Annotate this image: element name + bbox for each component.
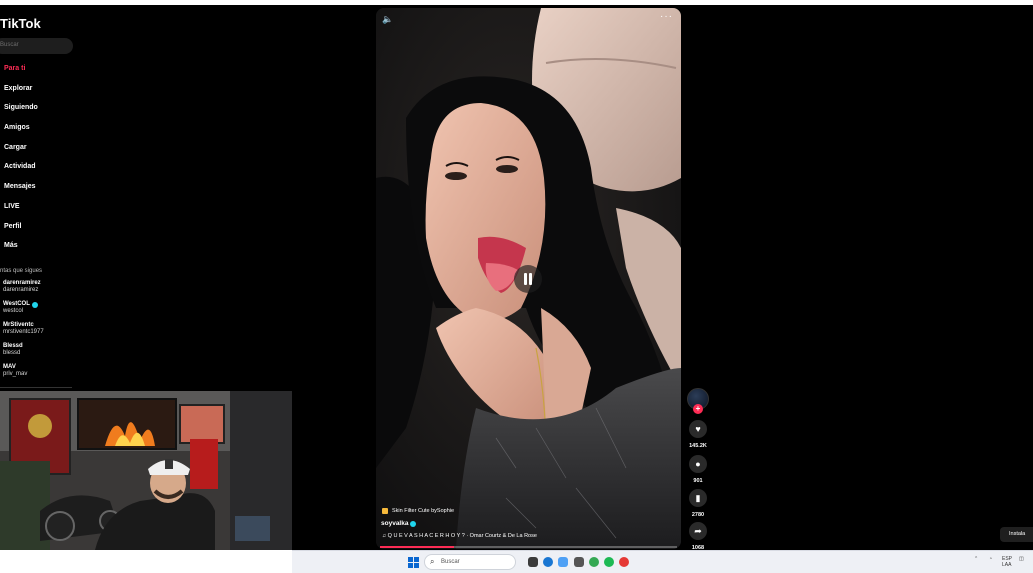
heart-icon: ♥ [689,420,707,438]
following-section-title: ntas que sigues [0,268,43,274]
tray-chevron-icon[interactable]: ⌃ [974,556,978,562]
account-handle: blessd [3,350,21,356]
bookmark-action[interactable]: ▮ 2780 [686,489,710,518]
account-handle: mrstiventc1977 [3,329,44,335]
install-app-button[interactable]: Instala [1000,527,1033,542]
share-action[interactable]: ➦ 1068 [686,522,710,550]
sidebar-nav: Para ti Explorar Siguiendo Amigos Cargar… [4,65,38,262]
nav-item-actividad[interactable]: Actividad [4,163,38,183]
windows-start-icon[interactable] [408,557,419,568]
task-view-icon[interactable] [528,557,538,567]
bookmark-icon: ▮ [689,489,707,507]
following-account[interactable]: darenramirez darenramirez [3,280,44,301]
pause-button[interactable] [514,265,542,293]
edge-browser-icon[interactable] [543,557,553,567]
follow-plus-icon[interactable]: + [693,404,703,414]
nav-item-mas[interactable]: Más [4,242,38,262]
nav-item-perfil[interactable]: Perfil [4,223,38,243]
taskbar-search-placeholder: Buscar [441,559,460,565]
music-info[interactable]: ♫ Q U E V A S H A C E R H O Y ? · Omar C… [382,533,537,539]
volume-icon[interactable]: ◫ [1019,556,1024,562]
nav-item-amigos[interactable]: Amigos [4,124,38,144]
video-author[interactable]: soyvalka [381,520,417,527]
following-account[interactable]: WestCOL westcol [3,301,44,322]
network-icon[interactable]: ◔ [989,556,992,562]
language-indicator[interactable]: ESP LAA [1002,556,1012,568]
app-icon-red[interactable] [619,557,629,567]
chrome-icon[interactable] [589,557,599,567]
spotify-icon[interactable] [604,557,614,567]
account-name: Blessd [3,343,23,349]
account-handle: westcol [3,308,24,314]
nav-item-explorar[interactable]: Explorar [4,85,38,105]
taskbar-search-input[interactable]: ⌕ Buscar [424,554,516,570]
like-action[interactable]: ♥ 145.2K [686,420,710,449]
author-name: soyvalka [381,520,409,527]
comment-action[interactable]: ● 901 [686,455,710,484]
webcam-overlay [0,391,292,550]
sidebar-divider [0,387,72,388]
effect-icon [382,508,388,514]
like-count: 145.2K [689,443,707,449]
search-icon: ⌕ [430,557,435,566]
nav-item-cargar[interactable]: Cargar [4,144,38,164]
following-account[interactable]: Blessd blessd [3,343,44,364]
more-options-icon[interactable]: ··· [660,11,673,22]
account-handle: priv_mav [3,371,28,377]
region-code: LAA [1002,562,1012,568]
account-handle: darenramirez [3,287,39,293]
account-name: darenramirez [3,280,41,286]
verified-icon [31,301,38,308]
windows-taskbar: ⌕ Buscar ⌃ ◔ ESP LAA ◫ [292,550,1033,573]
nav-item-para-ti[interactable]: Para ti [4,65,38,85]
copilot-icon[interactable] [558,557,568,567]
verified-icon [410,520,417,527]
comment-count: 901 [693,478,703,484]
nav-item-siguiendo[interactable]: Siguiendo [4,104,38,124]
account-name: WestCOL [3,301,30,307]
progress-fill [380,546,455,548]
sound-icon[interactable]: 🔈 [382,14,393,25]
comment-icon: ● [689,455,707,473]
effect-label: Skin Filter Cute bySophie [392,508,455,514]
account-name: MrStiventc [3,322,34,328]
webcam-image [0,391,292,550]
following-account[interactable]: MrStiventc mrstiventc1977 [3,322,44,343]
video-progress-bar[interactable] [380,546,677,548]
account-name: MAV [3,364,16,370]
nav-item-mensajes[interactable]: Mensajes [4,183,38,203]
following-accounts: darenramirez darenramirez WestCOL westco… [3,280,44,385]
search-input[interactable]: Buscar [0,38,73,54]
following-account[interactable]: MAV priv_mav [3,364,44,385]
share-icon: ➦ [689,522,707,540]
nav-item-live[interactable]: LIVE [4,203,38,223]
tiktok-logo[interactable]: TikTok [0,16,41,31]
effect-tag[interactable]: Skin Filter Cute bySophie [382,508,454,514]
video-player[interactable]: 🔈 ··· Skin Filter Cute bySophie soyvalka… [376,8,681,549]
app-icon[interactable] [574,557,584,567]
bookmark-count: 2780 [691,512,705,518]
